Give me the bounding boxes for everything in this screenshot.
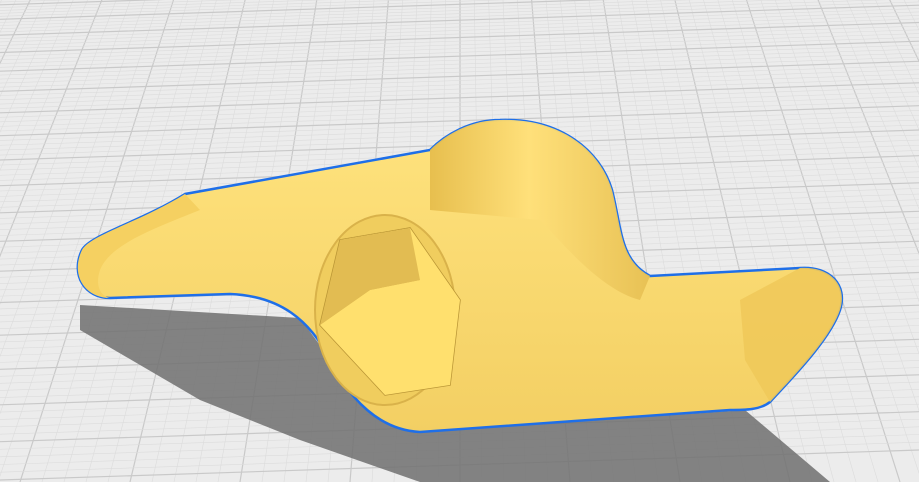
scene[interactable] [0,0,919,482]
3d-viewport[interactable] [0,0,919,482]
